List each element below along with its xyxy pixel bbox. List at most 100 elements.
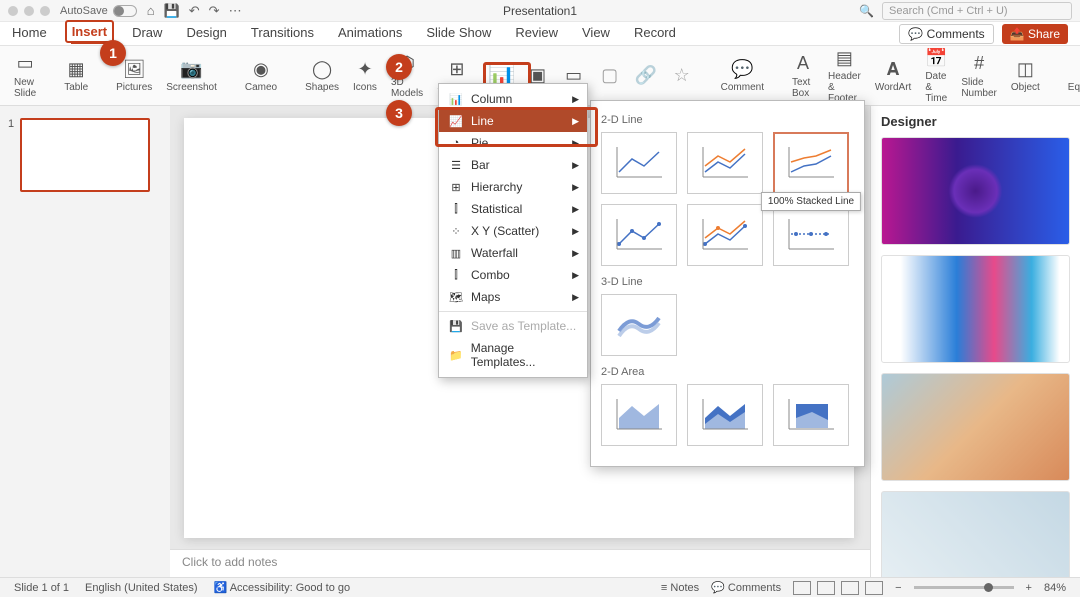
notes-pane[interactable]: Click to add notes xyxy=(170,549,870,577)
header-footer-button[interactable]: ▤Header & Footer xyxy=(824,47,865,104)
chart-menu-column[interactable]: 📊Column▶ xyxy=(439,88,587,110)
accessibility-status[interactable]: ♿ Accessibility: Good to go xyxy=(214,581,351,594)
chart-menu-manage-templates[interactable]: 📁Manage Templates... xyxy=(439,337,587,373)
comments-button[interactable]: 💬 Comments xyxy=(899,24,993,44)
comment-button[interactable]: 💬Comment xyxy=(717,58,768,93)
undo-icon[interactable]: ↶ xyxy=(189,3,200,19)
save-tmpl-label: Save as Template... xyxy=(471,319,576,333)
submenu-arrow-icon: ▶ xyxy=(572,160,579,171)
bar-label: Bar xyxy=(471,158,490,172)
tab-draw[interactable]: Draw xyxy=(132,25,162,43)
tab-home[interactable]: Home xyxy=(12,25,47,43)
normal-view-icon[interactable] xyxy=(793,581,811,595)
tab-design[interactable]: Design xyxy=(186,25,226,43)
tab-record[interactable]: Record xyxy=(634,25,676,43)
status-notes[interactable]: ≡ Notes xyxy=(661,582,699,594)
table-button[interactable]: ▦Table xyxy=(60,58,92,93)
home-icon[interactable]: ⌂ xyxy=(147,3,155,18)
chart-stacked-line[interactable] xyxy=(687,132,763,194)
obj-label: Object xyxy=(1011,82,1040,93)
chart-stacked-area[interactable] xyxy=(687,384,763,446)
link-button[interactable]: 🔗 xyxy=(631,65,661,87)
shapes-button[interactable]: ◯Shapes xyxy=(301,58,343,93)
chart-menu-statistical[interactable]: ⫿Statistical▶ xyxy=(439,198,587,220)
design-suggestion-3[interactable] xyxy=(881,373,1070,481)
submenu-arrow-icon: ▶ xyxy=(572,204,579,215)
status-comments[interactable]: 💬 Comments xyxy=(711,581,781,594)
toggle-switch[interactable] xyxy=(113,5,137,17)
autosave-toggle[interactable]: AutoSave xyxy=(60,5,137,17)
table-label: Table xyxy=(64,82,88,93)
zoom-button[interactable]: ▢ xyxy=(595,65,625,87)
language-status[interactable]: English (United States) xyxy=(85,582,198,594)
tab-slideshow[interactable]: Slide Show xyxy=(426,25,491,43)
tab-insert-highlight: Insert xyxy=(65,20,114,43)
chart-menu-line[interactable]: 📈Line▶ xyxy=(439,110,587,132)
chart-100-stacked-line[interactable]: 100% Stacked Line xyxy=(773,132,849,194)
icons-button[interactable]: ✦Icons xyxy=(349,58,381,93)
thumbnail-1[interactable]: 1 xyxy=(8,118,162,192)
waterfall-label: Waterfall xyxy=(471,246,518,260)
chart-stacked-line-markers[interactable] xyxy=(687,204,763,266)
zoom-out[interactable]: − xyxy=(895,582,901,594)
design-suggestion-2[interactable] xyxy=(881,255,1070,363)
zoom-level[interactable]: 84% xyxy=(1044,582,1066,594)
datetime-button[interactable]: 📅Date & Time xyxy=(921,47,951,104)
new-slide-button[interactable]: ▭New Slide xyxy=(10,53,40,99)
reading-view-icon[interactable] xyxy=(841,581,859,595)
ribbon-tabs: Home Insert Draw Design Transitions Anim… xyxy=(0,22,1080,46)
equation-button[interactable]: πEquation xyxy=(1064,58,1080,93)
design-suggestion-4[interactable] xyxy=(881,491,1070,577)
chart-menu-maps[interactable]: 🗺Maps▶ xyxy=(439,286,587,308)
zoom-slider[interactable] xyxy=(914,586,1014,589)
design-suggestion-1[interactable] xyxy=(881,137,1070,245)
zoom-in[interactable]: + xyxy=(1026,582,1032,594)
chart-menu-hierarchy[interactable]: ⊞Hierarchy▶ xyxy=(439,176,587,198)
slideno-button[interactable]: #Slide Number xyxy=(957,53,1001,99)
chart-area[interactable] xyxy=(601,384,677,446)
submenu-arrow-icon: ▶ xyxy=(572,270,579,281)
screenshot-button[interactable]: 📷Screenshot xyxy=(162,58,221,93)
chart-menu-pie[interactable]: ◔Pie▶ xyxy=(439,132,587,154)
chart-menu-combo[interactable]: ⫿Combo▶ xyxy=(439,264,587,286)
sn-label: Slide Number xyxy=(961,77,997,99)
search-input[interactable]: Search (Cmd + Ctrl + U) xyxy=(882,2,1072,20)
object-button[interactable]: ◫Object xyxy=(1007,58,1044,93)
thumb-preview[interactable] xyxy=(20,118,150,192)
share-button[interactable]: 📤 Share xyxy=(1002,24,1068,44)
wordart-label: WordArt xyxy=(875,82,912,93)
slideshow-view-icon[interactable] xyxy=(865,581,883,595)
action-button[interactable]: ☆ xyxy=(667,65,697,87)
pie-label: Pie xyxy=(471,136,488,150)
chart-menu-waterfall[interactable]: ▥Waterfall▶ xyxy=(439,242,587,264)
sorter-view-icon[interactable] xyxy=(817,581,835,595)
chart-menu-scatter[interactable]: ⁘X Y (Scatter)▶ xyxy=(439,220,587,242)
slide-thumbnails-panel[interactable]: 1 xyxy=(0,106,170,577)
chart-line-markers[interactable] xyxy=(601,204,677,266)
tab-animations[interactable]: Animations xyxy=(338,25,402,43)
cameo-button[interactable]: ◉Cameo xyxy=(241,58,281,93)
chart-menu-bar[interactable]: ☰Bar▶ xyxy=(439,154,587,176)
max-dot[interactable] xyxy=(40,6,50,16)
pictures-icon: 🖼 xyxy=(123,58,145,80)
chart-line[interactable] xyxy=(601,132,677,194)
tab-view[interactable]: View xyxy=(582,25,610,43)
tab-review[interactable]: Review xyxy=(515,25,558,43)
wordart-button[interactable]: 𝐀WordArt xyxy=(871,58,916,93)
chart-100-stacked-area[interactable] xyxy=(773,384,849,446)
chart-3d-line[interactable] xyxy=(601,294,677,356)
close-dot[interactable] xyxy=(8,6,18,16)
save-icon[interactable]: 💾 xyxy=(164,3,180,19)
shapes-icon: ◯ xyxy=(311,58,333,80)
designer-title: Designer xyxy=(881,114,1070,129)
tab-transitions[interactable]: Transitions xyxy=(251,25,314,43)
chart-100-stacked-line-markers[interactable] xyxy=(773,204,849,266)
save-template-icon: 💾 xyxy=(449,319,463,333)
eq-label: Equation xyxy=(1068,82,1080,93)
more-icon[interactable]: ⋯ xyxy=(229,3,242,19)
window-controls[interactable] xyxy=(8,6,50,16)
tab-insert[interactable]: Insert xyxy=(71,24,108,44)
redo-icon[interactable]: ↷ xyxy=(209,3,220,19)
min-dot[interactable] xyxy=(24,6,34,16)
textbox-button[interactable]: AText Box xyxy=(788,53,818,99)
